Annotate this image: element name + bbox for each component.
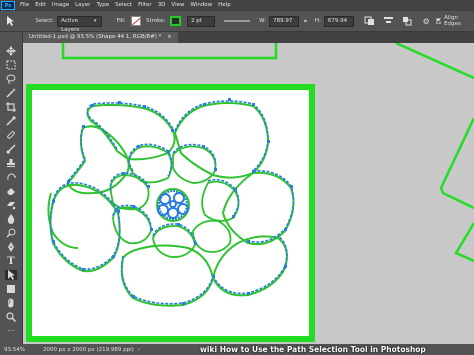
menu-type[interactable]: Type <box>93 0 112 11</box>
document-tab-bar: Untitled-1.psd @ 93.5% (Shape 44 1, RGB/… <box>23 32 474 43</box>
options-bar: Select: Active Layers ▾ Fill: Stroke: 2 … <box>0 11 474 33</box>
chevron-down-icon[interactable]: ▾ <box>94 18 97 24</box>
eraser-icon[interactable] <box>5 186 17 196</box>
menu-edit[interactable]: Edit <box>32 0 49 11</box>
zoom-icon[interactable] <box>5 312 17 322</box>
photoshop-logo: Ps <box>1 1 15 10</box>
menu-bar: Ps File Edit Image Layer Type Select Fil… <box>0 0 474 11</box>
marquee-icon[interactable] <box>5 60 17 70</box>
background-zigzag-shape <box>395 43 474 263</box>
width-label: W: <box>259 18 267 24</box>
watermark-caption: wiki How to Use the Path Selection Tool … <box>200 344 426 355</box>
menu-3d[interactable]: 3D <box>155 0 169 11</box>
chevron-right-icon[interactable]: › <box>138 347 140 353</box>
align-edges-label: Align Edges <box>444 15 461 27</box>
document-tab[interactable]: Untitled-1.psd @ 93.5% (Shape 44 1, RGB/… <box>23 32 178 43</box>
link-icon[interactable]: ⚭ <box>303 18 308 25</box>
healing-icon[interactable] <box>5 130 17 140</box>
canvas-area[interactable] <box>23 43 474 344</box>
path-arrangement-icon[interactable] <box>402 16 413 26</box>
tools-panel: T ··· <box>0 32 23 344</box>
artboard-frame <box>26 84 315 342</box>
hand-icon[interactable] <box>5 298 17 308</box>
type-icon[interactable]: T <box>5 256 17 267</box>
zoom-level[interactable]: 93.54% <box>4 347 25 353</box>
path-alignment-icon[interactable] <box>383 16 394 26</box>
move-icon[interactable] <box>5 46 17 56</box>
crop-icon[interactable] <box>5 102 17 112</box>
path-operations-icon[interactable] <box>364 16 375 26</box>
menu-file[interactable]: File <box>17 0 32 11</box>
more-tools-icon[interactable]: ··· <box>5 326 17 336</box>
height-label: H: <box>314 18 321 24</box>
menu-select[interactable]: Select <box>112 0 135 11</box>
gradient-icon[interactable] <box>5 200 17 210</box>
fill-label: Fill: <box>116 18 126 24</box>
stroke-width-field[interactable]: 2 pt <box>187 15 216 27</box>
select-label: Select: <box>35 18 55 24</box>
path-selection-icon[interactable] <box>5 270 17 280</box>
lasso-icon[interactable] <box>5 74 17 84</box>
dodge-icon[interactable] <box>5 228 17 238</box>
menu-window[interactable]: Window <box>187 0 215 11</box>
menu-filter[interactable]: Filter <box>135 0 155 11</box>
history-brush-icon[interactable] <box>5 172 17 182</box>
stroke-label: Stroke: <box>145 18 166 24</box>
align-edges-checkbox[interactable] <box>435 18 442 24</box>
menu-help[interactable]: Help <box>215 0 234 11</box>
document-size: 2000 px x 2000 px (219.989 ppi) <box>42 346 134 353</box>
path-selection-tool-preset-icon[interactable] <box>4 15 18 27</box>
background-rectangle-shape <box>61 43 278 60</box>
fill-swatch[interactable] <box>130 16 141 26</box>
stroke-swatch[interactable] <box>170 16 182 26</box>
stroke-type-line-icon[interactable] <box>223 17 251 25</box>
gear-icon[interactable]: ⚙ <box>423 17 430 26</box>
magic-wand-icon[interactable] <box>5 88 17 98</box>
brush-icon[interactable] <box>5 144 17 154</box>
watermark-brand: wiki <box>200 345 218 354</box>
stamp-icon[interactable] <box>5 158 17 168</box>
close-icon[interactable]: × <box>167 34 172 40</box>
height-field[interactable]: 679.94 <box>323 15 354 27</box>
eyedropper-icon[interactable] <box>5 116 17 126</box>
menu-view[interactable]: View <box>168 0 187 11</box>
pen-icon[interactable] <box>5 242 17 252</box>
blur-icon[interactable] <box>5 214 17 224</box>
width-field[interactable]: 789.97 <box>269 15 299 27</box>
menu-image[interactable]: Image <box>49 0 72 11</box>
canvas-artwork <box>26 43 474 342</box>
shape-icon[interactable] <box>5 284 17 294</box>
document-tab-title: Untitled-1.psd @ 93.5% (Shape 44 1, RGB/… <box>29 34 162 40</box>
watermark-title: How to Use the Path Selection Tool in Ph… <box>219 345 426 354</box>
menu-layer[interactable]: Layer <box>72 0 93 11</box>
